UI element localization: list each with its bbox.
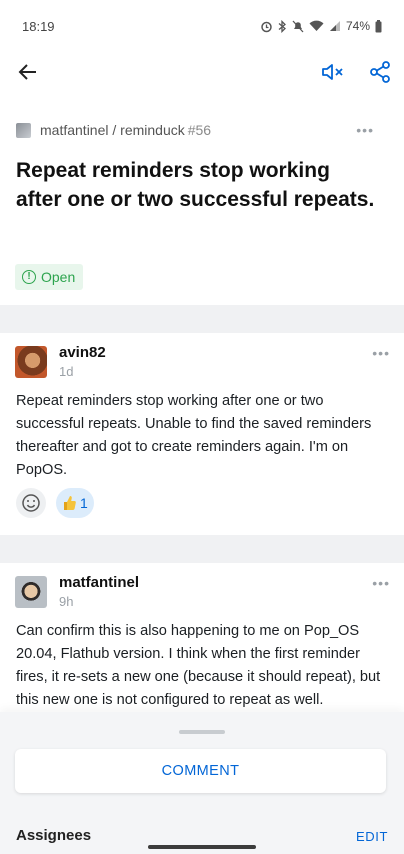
comment-author[interactable]: avin82 xyxy=(59,344,106,361)
avatar[interactable] xyxy=(15,576,47,608)
status-icons: 74% xyxy=(260,19,382,33)
bluetooth-icon xyxy=(278,19,286,33)
add-reaction-button[interactable] xyxy=(16,488,46,518)
volume-mute-icon[interactable] xyxy=(320,59,346,85)
arrow-left-icon[interactable] xyxy=(16,60,40,84)
status-badge: ! Open xyxy=(15,264,84,290)
silent-icon xyxy=(292,20,304,32)
assignees-heading: Assignees xyxy=(16,827,92,844)
section-divider xyxy=(0,305,404,333)
reactions: 1 xyxy=(16,488,94,518)
repo-owner-avatar xyxy=(16,122,31,138)
more-horizontal-icon[interactable]: ••• xyxy=(372,345,390,361)
comment-author[interactable]: matfantinel xyxy=(59,574,139,591)
sheet-drag-handle[interactable] xyxy=(179,730,225,734)
comment-time: 1d xyxy=(59,364,74,379)
status-label: Open xyxy=(41,269,76,285)
comment-body: Can confirm this is also happening to me… xyxy=(16,623,381,708)
signal-icon xyxy=(329,21,340,31)
thumbs-up-reaction[interactable]: 1 xyxy=(56,488,94,518)
wifi-icon xyxy=(309,20,324,31)
issue-open-icon: ! xyxy=(22,270,36,284)
comment-button[interactable]: COMMENT xyxy=(15,749,386,793)
share-icon[interactable] xyxy=(367,59,393,85)
repo-line[interactable]: matfantinel / reminduck #56 ••• xyxy=(16,121,388,139)
app-bar xyxy=(0,52,404,92)
repo-name[interactable]: matfantinel / reminduck xyxy=(40,122,185,138)
comment-body: Repeat reminders stop working after one … xyxy=(16,393,372,478)
battery-icon xyxy=(375,19,382,32)
comment-time: 9h xyxy=(59,594,74,609)
avatar[interactable] xyxy=(15,346,47,378)
thumbs-up-icon xyxy=(64,496,76,510)
more-horizontal-icon[interactable]: ••• xyxy=(372,575,390,591)
edit-assignees-button[interactable]: EDIT xyxy=(356,829,388,844)
more-horizontal-icon[interactable]: ••• xyxy=(356,123,374,137)
status-time: 18:19 xyxy=(22,18,55,34)
smiley-icon xyxy=(22,494,40,512)
issue-number: #56 xyxy=(187,122,212,138)
battery-percent: 74% xyxy=(345,19,370,33)
reaction-count: 1 xyxy=(80,495,88,511)
alarm-icon xyxy=(261,21,272,32)
section-divider xyxy=(0,535,404,563)
gesture-nav-bar[interactable] xyxy=(148,845,256,849)
issue-title: Repeat reminders stop working after one … xyxy=(16,159,375,211)
status-bar: 18:19 74% xyxy=(0,0,404,52)
